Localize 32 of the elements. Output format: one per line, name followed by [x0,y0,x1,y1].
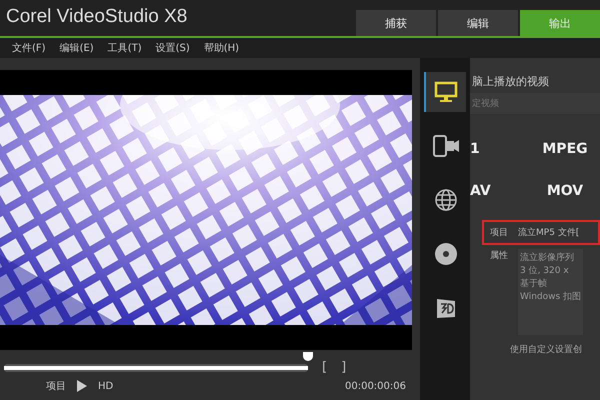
menu-item[interactable]: 文件(F) [12,41,46,55]
project-label: 项目 [490,227,508,239]
hd-label[interactable]: HD [98,380,114,392]
window-title: Corel VideoStudio X8 [5,5,188,29]
format-option[interactable]: MOV [520,174,600,208]
trim-mark-button[interactable]: ] [341,360,346,375]
format-option[interactable]: MPEG [520,132,600,166]
project-value: 流立MP5 文件[ [518,226,580,239]
timecode[interactable]: 00:00:00:06 [344,380,406,392]
scrubber-handle[interactable] [303,352,313,360]
format-option[interactable]: AV [470,174,510,208]
globe-icon [434,188,458,212]
properties-text: 流立影像序列 3 位, 320 x 基于帧 Windows 扣图 [518,249,584,335]
3d-icon [434,296,458,320]
custom-settings-link[interactable]: 使用自定义设置创 [470,335,600,356]
panel-heading: 脑上播放的视频 [471,74,550,90]
menu-item[interactable]: 工具(T) [108,41,142,55]
mode-tab[interactable]: 编辑 [438,10,518,36]
properties-label: 属性 [490,250,508,263]
trim-mark-button[interactable]: [ [322,360,328,375]
disc-icon [434,242,458,266]
panel-subheading: 定视频 [470,93,600,114]
menu-item[interactable]: 设置(S) [156,41,190,55]
format-option[interactable]: 1 [470,132,510,166]
play-icon[interactable] [76,380,88,392]
monitor-icon [434,81,458,103]
project-label: 项目 [46,380,66,393]
menu-item[interactable]: 编辑(E) [60,41,94,55]
category-tab[interactable] [424,72,466,112]
menu-item[interactable]: 帮助(H) [204,41,240,55]
mode-tab[interactable]: 捕获 [356,10,436,36]
phone-camera-icon [432,134,460,158]
